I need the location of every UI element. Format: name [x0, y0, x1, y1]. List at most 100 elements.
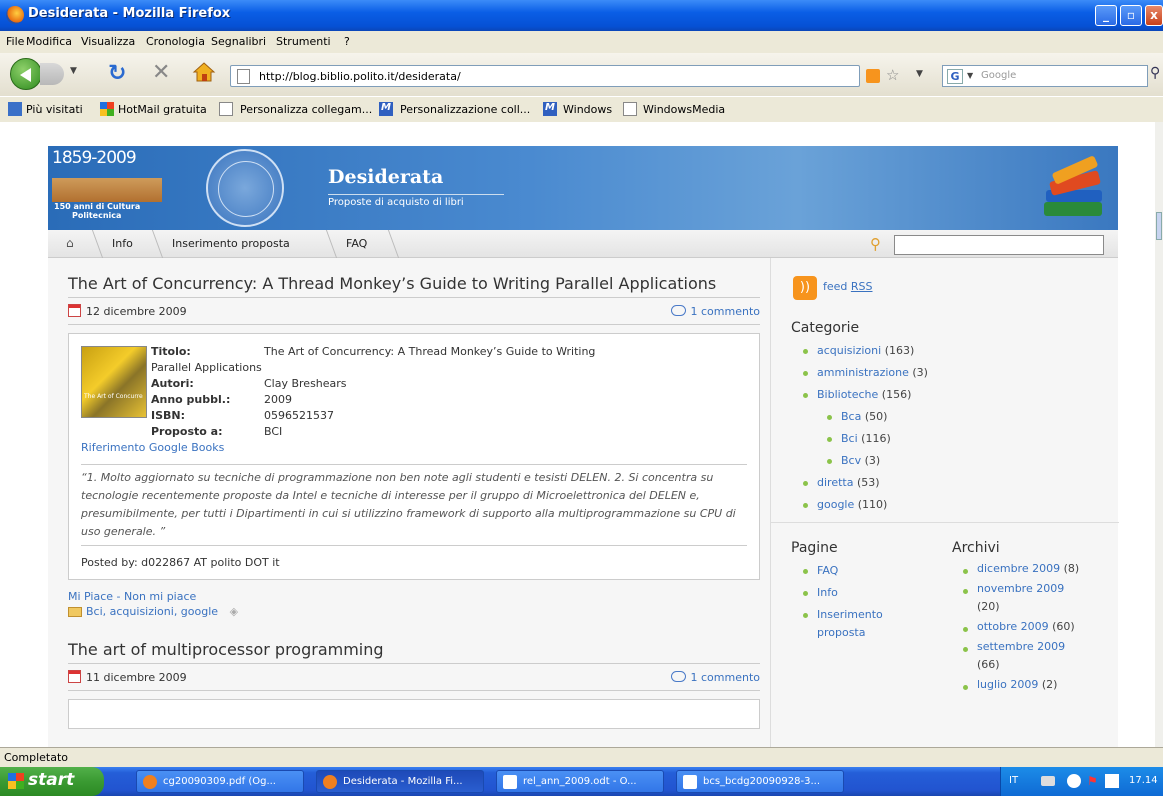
tray-app-icon[interactable] [1105, 774, 1119, 788]
nav-separator [140, 230, 164, 258]
field-value: The Art of Concurrency: A Thread Monkey’… [264, 345, 596, 358]
back-button[interactable] [10, 58, 42, 90]
calendar-icon [68, 670, 81, 683]
bookmark-windows[interactable]: Windows [563, 103, 612, 116]
archive-link[interactable]: dicembre 2009 [977, 562, 1060, 575]
task-label[interactable]: bcs_bcdg20090928-3... [703, 776, 820, 787]
nav-separator [80, 230, 104, 258]
menu-help[interactable]: ? [344, 35, 350, 48]
search-icon[interactable]: ⚲ [870, 235, 881, 253]
feed-link[interactable]: feed RSS [823, 280, 873, 293]
archive-link[interactable]: ottobre 2009 [977, 620, 1049, 633]
network-icon[interactable] [1067, 774, 1081, 788]
google-books-link[interactable]: Riferimento Google Books [81, 440, 747, 456]
comments-count[interactable]: 1 commento [691, 305, 761, 318]
close-button[interactable]: x [1145, 5, 1163, 26]
post-meta: 12 dicembre 2009 1 commento [68, 297, 760, 325]
task-item[interactable]: bcs_bcdg20090928-3... [676, 770, 844, 793]
tag-links[interactable]: Bci, acquisizioni, google [86, 605, 218, 618]
logo-years: 1859-2009 [52, 148, 137, 168]
history-dropdown-icon[interactable]: ▼ [70, 66, 84, 82]
menu-file[interactable]: File [6, 35, 24, 48]
restore-button[interactable]: ▫ [1120, 5, 1142, 26]
category-link[interactable]: Bci [841, 432, 858, 445]
search-engine-dropdown-icon[interactable]: ▼ [967, 71, 973, 80]
category-link[interactable]: Biblioteche [817, 388, 878, 401]
task-item[interactable]: cg20090309.pdf (Og... [136, 770, 304, 793]
anniversary-logo: 1859-2009 150 anni di Cultura Politecnic… [52, 148, 162, 226]
archive-link[interactable]: settembre 2009 [977, 640, 1065, 653]
reload-icon[interactable]: ↻ [108, 61, 126, 86]
keyboard-icon[interactable] [1041, 776, 1055, 786]
page-link[interactable]: Inserimento proposta [817, 608, 883, 639]
forward-button[interactable] [40, 63, 64, 85]
search-placeholder[interactable]: Google [981, 70, 1016, 81]
field-value: BCI [264, 425, 283, 438]
page-link[interactable]: Info [817, 586, 838, 599]
home-icon[interactable]: ⌂ [66, 236, 74, 250]
category-count: (50) [864, 410, 888, 423]
post-title[interactable]: The art of multiprocessor programming [68, 640, 760, 659]
status-text: Completato [4, 751, 69, 764]
post-title[interactable]: The Art of Concurrency: A Thread Monkey’… [68, 274, 760, 293]
comments-link[interactable]: 1 commento [670, 305, 761, 318]
search-go-icon[interactable]: ⚲ [1150, 65, 1160, 81]
category-link[interactable]: google [817, 498, 854, 511]
bookmark-star-icon[interactable]: ☆ [886, 66, 899, 84]
minimize-button[interactable]: _ [1095, 5, 1117, 26]
rss-feed-icon[interactable]: )) [793, 276, 817, 300]
menu-visualizza[interactable]: Visualizza [81, 35, 135, 48]
category-link[interactable]: acquisizioni [817, 344, 881, 357]
task-label[interactable]: rel_ann_2009.odt - O... [523, 776, 637, 787]
bookmark-windowsmedia[interactable]: WindowsMedia [643, 103, 725, 116]
site-title[interactable]: Desiderata [328, 166, 443, 188]
post-meta: 11 dicembre 2009 1 commento [68, 663, 760, 691]
menu-segnalibri[interactable]: Segnalibri [211, 35, 266, 48]
category-link[interactable]: Bca [841, 410, 861, 423]
category-link[interactable]: Bcv [841, 454, 861, 467]
building-image [52, 178, 162, 202]
task-item[interactable]: Desiderata - Mozilla Fi... [316, 770, 484, 793]
address-bar[interactable]: http://blog.biblio.polito.it/desiderata/ [230, 65, 860, 87]
page-item: Info [803, 582, 927, 604]
menu-cronologia[interactable]: Cronologia [146, 35, 205, 48]
rss-feed-icon[interactable] [866, 69, 880, 83]
archive-link[interactable]: luglio 2009 [977, 678, 1038, 691]
scrollbar-thumb[interactable] [1156, 212, 1162, 240]
nav-info[interactable]: Info [112, 237, 133, 250]
category-link[interactable]: amministrazione [817, 366, 909, 379]
flag-icon[interactable]: ⚑ [1087, 774, 1098, 788]
bookmark-hotmail[interactable]: HotMail gratuita [118, 103, 207, 116]
task-item[interactable]: rel_ann_2009.odt - O... [496, 770, 664, 793]
like-links[interactable]: Mi Piace - Non mi piace [68, 590, 760, 603]
bookmark-personalizzazione[interactable]: Personalizzazione coll... [400, 103, 530, 116]
category-link[interactable]: diretta [817, 476, 853, 489]
site-search-input[interactable] [894, 235, 1104, 255]
field-titolo-cont: Parallel Applications [151, 361, 262, 374]
vertical-scrollbar[interactable] [1155, 122, 1163, 747]
start-button[interactable]: start [0, 767, 104, 796]
menu-modifica[interactable]: Modifica [26, 35, 72, 48]
nav-inserimento-proposta[interactable]: Inserimento proposta [172, 237, 290, 250]
url-text[interactable]: http://blog.biblio.polito.it/desiderata/ [259, 70, 461, 83]
feed-rss[interactable]: RSS [851, 280, 873, 293]
url-dropdown-icon[interactable]: ▼ [916, 69, 923, 79]
search-engine-box[interactable]: G ▼ Google [942, 65, 1148, 87]
google-icon[interactable]: G [947, 69, 963, 84]
archive-link[interactable]: novembre 2009 [977, 582, 1064, 595]
page-link[interactable]: FAQ [817, 564, 838, 577]
comments-link[interactable]: 1 commento [670, 671, 761, 684]
stop-icon[interactable]: ✕ [152, 60, 170, 85]
task-label[interactable]: cg20090309.pdf (Og... [163, 776, 276, 787]
bookmark-personalizza[interactable]: Personalizza collegam... [240, 103, 372, 116]
menu-strumenti[interactable]: Strumenti [276, 35, 331, 48]
document-icon [503, 775, 517, 789]
feed-label[interactable]: feed [823, 280, 847, 293]
task-label[interactable]: Desiderata - Mozilla Fi... [343, 776, 463, 787]
start-label[interactable]: start [28, 770, 74, 790]
language-indicator[interactable]: IT [1009, 775, 1018, 786]
bookmark-piu-visitati[interactable]: Più visitati [26, 103, 83, 116]
nav-faq[interactable]: FAQ [346, 237, 367, 250]
comments-count[interactable]: 1 commento [691, 671, 761, 684]
home-icon[interactable] [192, 61, 216, 83]
